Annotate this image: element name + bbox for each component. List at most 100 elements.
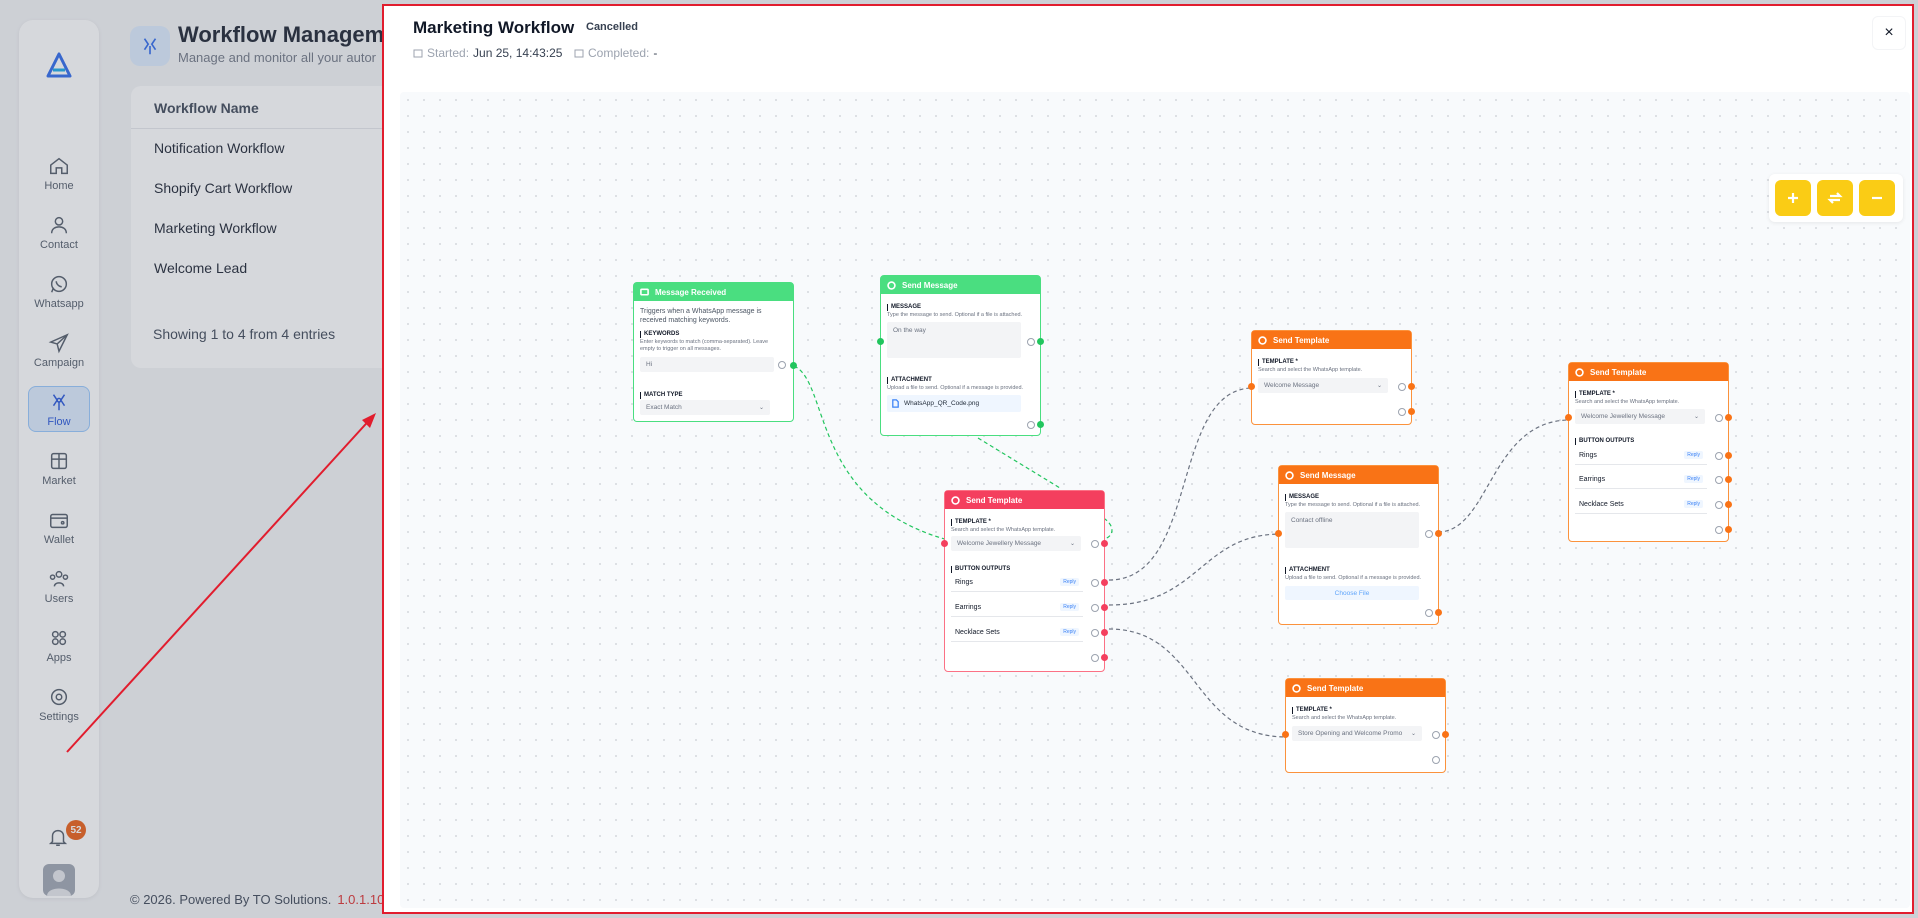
field-hint: Upload a file to send. Optional if a mes… (887, 385, 1024, 391)
info-icon[interactable] (1091, 540, 1099, 548)
template-select[interactable]: Welcome Jewellery Message ⌄ (1575, 409, 1705, 424)
button-output-row[interactable]: Earrings Reply (951, 599, 1083, 617)
output-handle[interactable] (1725, 452, 1732, 459)
info-icon[interactable] (1432, 756, 1440, 764)
info-icon[interactable] (1027, 421, 1035, 429)
output-handle[interactable] (1725, 501, 1732, 508)
node-header: Send Template (945, 491, 1104, 509)
edge (1108, 533, 1282, 606)
info-icon[interactable] (1715, 414, 1723, 422)
input-handle[interactable] (1248, 383, 1255, 390)
info-icon[interactable] (1027, 338, 1035, 346)
section-label: BUTTON OUTPUTS (1575, 438, 1634, 445)
input-handle[interactable] (1565, 414, 1572, 421)
node-send-template[interactable]: Send Template TEMPLATE * Search and sele… (1282, 678, 1449, 773)
minus-icon (1872, 196, 1882, 200)
info-icon[interactable] (1425, 530, 1433, 538)
reply-tag: Reply (1060, 578, 1079, 586)
output-handle[interactable] (1101, 540, 1108, 547)
info-icon[interactable] (1091, 629, 1099, 637)
button-output-row[interactable]: Necklace Sets Reply (951, 624, 1083, 642)
edge (1108, 628, 1288, 738)
keywords-input[interactable]: Hi (640, 357, 774, 372)
info-icon[interactable] (1398, 408, 1406, 416)
chevron-down-icon: ⌄ (1376, 383, 1382, 389)
zoom-controls (1769, 174, 1903, 222)
choose-file-button[interactable]: Choose File (1285, 586, 1419, 600)
button-output-row[interactable]: Rings Reply (1575, 447, 1707, 465)
whatsapp-icon (1575, 367, 1584, 377)
output-handle[interactable] (1442, 731, 1449, 738)
started-meta: Started: Jun 25, 14:43:25 (413, 46, 562, 60)
node-description: Triggers when a WhatsApp message is rece… (640, 308, 762, 324)
reply-tag: Reply (1060, 603, 1079, 611)
input-handle[interactable] (1282, 731, 1289, 738)
message-textarea[interactable]: Contact offline (1285, 512, 1419, 548)
input-handle[interactable] (941, 540, 948, 547)
output-handle[interactable] (1408, 383, 1415, 390)
match-type-select[interactable]: Exact Match ⌄ (640, 400, 770, 415)
info-icon[interactable] (1715, 452, 1723, 460)
zoom-out-button[interactable] (1859, 180, 1895, 216)
node-send-message[interactable]: Send Message MESSAGE Type the message to… (877, 275, 1044, 436)
template-select[interactable]: Welcome Message ⌄ (1258, 378, 1388, 393)
file-icon (892, 399, 899, 408)
output-handle[interactable] (1101, 579, 1108, 586)
output-handle[interactable] (1725, 476, 1732, 483)
input-handle[interactable] (1275, 530, 1282, 537)
completed-meta: Completed: - (574, 46, 657, 60)
node-send-template[interactable]: Send Template TEMPLATE * Search and sele… (1248, 330, 1415, 425)
output-handle[interactable] (1101, 629, 1108, 636)
output-handle[interactable] (1725, 526, 1732, 533)
attached-file[interactable]: WhatsApp_QR_Code.png (887, 395, 1021, 412)
chevron-down-icon: ⌄ (758, 405, 764, 411)
info-icon[interactable] (1398, 383, 1406, 391)
info-icon[interactable] (1715, 526, 1723, 534)
output-handle[interactable] (1725, 414, 1732, 421)
node-message-received[interactable]: Message Received Triggers when a WhatsAp… (633, 282, 797, 422)
input-handle[interactable] (877, 338, 884, 345)
message-textarea[interactable]: On the way (887, 322, 1021, 358)
close-icon: × (1884, 24, 1894, 41)
output-handle[interactable] (1037, 421, 1044, 428)
node-send-template[interactable]: Send Template TEMPLATE * Search and sele… (1565, 362, 1732, 542)
output-handle[interactable] (1101, 604, 1108, 611)
close-button[interactable]: × (1872, 16, 1906, 50)
button-output-row[interactable]: Rings Reply (951, 574, 1083, 592)
reply-tag: Reply (1684, 500, 1703, 508)
info-icon[interactable] (1425, 609, 1433, 617)
info-icon[interactable] (1091, 654, 1099, 662)
field-hint: Upload a file to send. Optional if a mes… (1285, 575, 1422, 581)
template-select[interactable]: Store Opening and Welcome Promo ⌄ (1292, 726, 1422, 741)
whatsapp-icon (951, 495, 960, 505)
info-icon[interactable] (1432, 731, 1440, 739)
button-output-row[interactable]: Necklace Sets Reply (1575, 496, 1707, 514)
node-header: Send Message (1279, 466, 1438, 484)
info-icon[interactable] (1715, 501, 1723, 509)
reply-tag: Reply (1060, 628, 1079, 636)
section-label: MATCH TYPE (640, 392, 683, 399)
info-icon[interactable] (1091, 604, 1099, 612)
output-handle[interactable] (1435, 609, 1442, 616)
plus-icon (1788, 193, 1798, 203)
workflow-modal: Marketing Workflow Cancelled Started: Jun… (382, 4, 1914, 914)
output-handle[interactable] (1435, 530, 1442, 537)
chevron-down-icon: ⌄ (1069, 541, 1075, 547)
output-handle[interactable] (790, 362, 797, 369)
section-label: ATTACHMENT (1285, 567, 1330, 574)
zoom-in-button[interactable] (1775, 180, 1811, 216)
calendar-icon (413, 49, 423, 58)
flow-canvas[interactable]: Message Received Triggers when a WhatsAp… (400, 92, 1910, 908)
info-icon[interactable] (1091, 579, 1099, 587)
button-output-row[interactable]: Earrings Reply (1575, 471, 1707, 489)
node-send-template[interactable]: Send Template TEMPLATE * Search and sele… (941, 490, 1108, 672)
output-handle[interactable] (1101, 654, 1108, 661)
info-icon[interactable] (1715, 476, 1723, 484)
template-select[interactable]: Welcome Jewellery Message ⌄ (951, 536, 1081, 551)
node-send-message[interactable]: Send Message MESSAGE Type the message to… (1275, 465, 1442, 625)
output-handle[interactable] (1408, 408, 1415, 415)
info-icon[interactable] (778, 361, 786, 369)
output-handle[interactable] (1037, 338, 1044, 345)
reset-view-button[interactable] (1817, 180, 1853, 216)
section-label: KEYWORDS (640, 331, 679, 338)
